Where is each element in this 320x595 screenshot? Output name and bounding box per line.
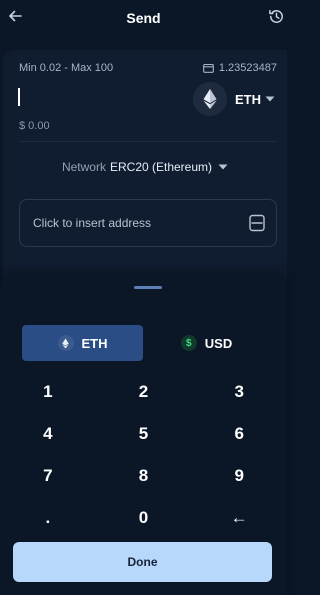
ethereum-icon [193, 82, 227, 116]
chevron-down-icon [218, 164, 228, 170]
keypad-row: 1 2 3 [0, 371, 287, 413]
scan-address-icon[interactable] [248, 214, 266, 232]
keypad-row: 4 5 6 [0, 413, 287, 455]
toggle-usd[interactable]: $ USD [146, 325, 267, 361]
key-decimal[interactable]: . [0, 497, 96, 539]
amount-card: Min 0.02 - Max 100 1.23523487 $ 0.00 ETH [3, 50, 287, 280]
key-3[interactable]: 3 [191, 371, 287, 413]
backspace-key[interactable]: ← [191, 497, 287, 539]
amount-input-cursor[interactable] [18, 88, 20, 106]
toggle-eth[interactable]: ETH [22, 325, 143, 361]
address-input[interactable]: Click to insert address [19, 199, 277, 247]
network-label: Network [61, 160, 106, 174]
wallet-icon [203, 63, 214, 73]
key-1[interactable]: 1 [0, 371, 96, 413]
key-6[interactable]: 6 [191, 413, 287, 455]
amount-limits: Min 0.02 - Max 100 [19, 62, 114, 74]
toggle-eth-label: ETH [81, 335, 108, 351]
address-placeholder: Click to insert address [33, 216, 152, 230]
numeric-keypad: 1 2 3 4 5 6 7 8 9 . 0 ← [0, 371, 287, 539]
fiat-equivalent: $ 0.00 [19, 120, 50, 132]
key-4[interactable]: 4 [0, 413, 96, 455]
done-button[interactable]: Done [13, 542, 272, 582]
chevron-down-icon [265, 96, 275, 102]
history-button[interactable] [265, 5, 287, 27]
key-2[interactable]: 2 [96, 371, 192, 413]
header: Send [0, 0, 287, 38]
toggle-usd-label: USD [204, 335, 233, 351]
keypad-row: 7 8 9 [0, 455, 287, 497]
currency-toggle: ETH $ USD [22, 325, 267, 361]
dollar-icon: $ [180, 335, 197, 351]
key-5[interactable]: 5 [96, 413, 192, 455]
key-0[interactable]: 0 [96, 497, 192, 539]
keypad-sheet: ETH $ USD 1 2 3 4 5 6 7 8 9 . 0 ← Done [0, 273, 287, 595]
divider [19, 141, 277, 142]
history-icon [268, 9, 283, 23]
page-title: Send [126, 10, 161, 26]
coin-label: ETH [235, 91, 261, 107]
balance-value: 1.23523487 [218, 62, 277, 74]
sheet-drag-handle[interactable] [134, 286, 162, 289]
wallet-balance: 1.23523487 [203, 62, 277, 74]
keypad-row: . 0 ← [0, 497, 287, 539]
key-7[interactable]: 7 [0, 455, 96, 497]
network-value: ERC20 (Ethereum) [109, 160, 213, 174]
network-selector[interactable]: Network ERC20 (Ethereum) [3, 160, 287, 174]
key-9[interactable]: 9 [191, 455, 287, 497]
coin-selector[interactable]: ETH [193, 82, 275, 116]
send-screen: Send Min 0.02 - Max 100 1.23523487 $ 0.0… [0, 0, 287, 595]
ethereum-icon [57, 335, 74, 351]
key-8[interactable]: 8 [96, 455, 192, 497]
